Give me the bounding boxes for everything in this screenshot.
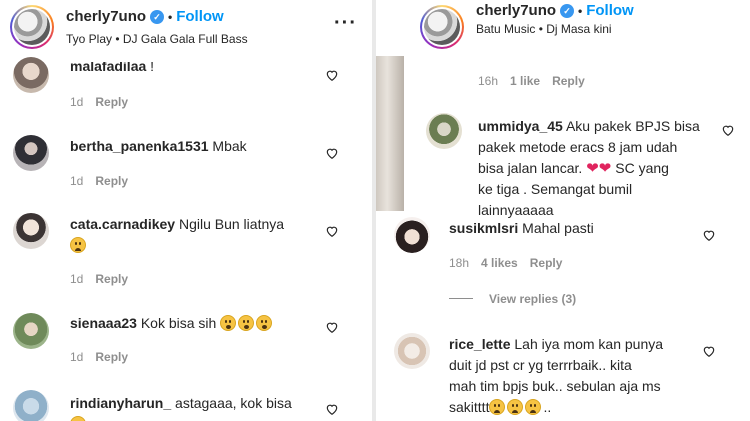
follow-button[interactable]: Follow [586,2,634,19]
reply-button[interactable]: Reply [530,256,563,270]
header-user-line: cherly7uno ✓ • Follow [66,8,224,25]
sad-face-emoji-icon [489,399,506,415]
follow-button[interactable]: Follow [176,8,224,25]
comment-text: bertha_panenka1531 Mbak [70,138,247,154]
heart-outline-icon[interactable] [325,320,339,334]
likes-count[interactable]: 4 likes [481,256,518,270]
astonished-face-emoji-icon [238,315,255,331]
heart-outline-icon[interactable] [325,224,339,238]
heart-outline-icon[interactable] [702,228,716,242]
likes-count[interactable]: 1 like [510,74,540,88]
commenter-avatar[interactable] [394,333,430,369]
separator-dot: • [578,4,583,18]
reply-button[interactable]: Reply [95,174,128,188]
comment-meta: 1d Reply [70,174,129,188]
sad-face-emoji-icon [507,399,524,415]
sad-face-emoji-icon [525,399,542,415]
reply-button[interactable]: Reply [552,74,585,88]
comment-username[interactable]: bertha_panenka1531 [70,138,209,154]
reply-button[interactable]: Reply [95,350,128,364]
comment-text: rice_lette Lah iya mom kan punya duit jd… [449,336,664,415]
profile-avatar[interactable] [420,5,464,49]
comment-text: sienaaa23 Kok bisa sih [70,313,274,334]
sad-face-emoji-icon [70,237,86,253]
red-heart-emoji-icon: ❤ [586,160,599,177]
audio-subtitle[interactable]: Batu Music • Dj Masa kini [476,22,612,36]
heart-outline-icon[interactable] [325,68,339,82]
commenter-avatar[interactable] [13,135,49,171]
verified-badge-icon: ✓ [560,4,575,18]
comment-text: ummidya_45 Aku pakek BPJS bisa pakek met… [478,118,700,218]
comment-meta: 1d Reply [70,350,129,364]
verified-badge-icon: ✓ [150,10,165,24]
comment-text: rindianyharun_ astagaaa, kok bisa [70,393,292,421]
reply-button[interactable]: Reply [95,272,128,286]
reply-button[interactable]: Reply [95,95,128,109]
post-media-strip [376,56,404,211]
red-heart-emoji-icon: ❤ [598,160,612,177]
comment-username[interactable]: ummidya_45 [478,118,563,134]
username-link[interactable]: cherly7uno [476,2,556,19]
commenter-avatar[interactable] [13,213,49,249]
comment-meta: 1d Reply [70,95,129,109]
astonished-face-emoji-icon [256,315,273,331]
commenter-avatar[interactable] [13,313,49,349]
more-horizontal-icon[interactable]: ··· [334,12,357,35]
comment-text: malafadilaa ! [70,58,155,74]
heart-outline-icon[interactable] [721,123,735,137]
commenter-avatar[interactable] [13,57,49,93]
heart-outline-icon[interactable] [325,402,339,416]
comment-text: susikmlsri Mahal pasti [449,220,594,236]
header-user-line: cherly7uno ✓ • Follow [476,2,634,19]
heart-outline-icon[interactable] [325,146,339,160]
comment-username[interactable]: malafadilaa [70,62,146,74]
replies-divider-line [449,298,473,299]
view-replies-button[interactable]: View replies (3) [449,292,576,306]
comment-meta: 1d Reply [70,272,129,286]
separator-dot: • [168,10,173,24]
heart-outline-icon[interactable] [702,344,716,358]
emoji-icon [70,416,86,421]
commenter-avatar[interactable] [394,217,430,253]
commenter-avatar[interactable] [426,113,462,149]
profile-avatar[interactable] [10,5,54,49]
comment-username[interactable]: cata.carnadikey [70,216,175,232]
post-header: cherly7uno ✓ • Follow Tyo Play • DJ Gala Ga… [0,0,372,56]
astonished-face-emoji-icon [220,315,237,331]
post-header: cherly7uno ✓ • Follow Batu Music • Dj Masa … [376,0,750,56]
comment-meta: 16h 1 like Reply [478,74,585,88]
commenter-avatar[interactable] [13,390,49,421]
audio-subtitle[interactable]: Tyo Play • DJ Gala Gala Full Bass [66,32,248,46]
right-post-panel: cherly7uno ✓ • Follow Batu Music • Dj Masa … [376,0,750,421]
comment-username[interactable]: rice_lette [449,336,510,352]
username-link[interactable]: cherly7uno [66,8,146,25]
comment-text: cata.carnadikey Ngilu Bun liatnya [70,214,320,256]
comment-username[interactable]: susikmlsri [449,220,518,236]
comment-meta: 18h 4 likes Reply [449,256,563,270]
left-post-panel: cherly7uno ✓ • Follow Tyo Play • DJ Gala Ga… [0,0,372,421]
comment-username[interactable]: rindianyharun_ [70,395,171,411]
comment-username[interactable]: sienaaa23 [70,315,137,331]
